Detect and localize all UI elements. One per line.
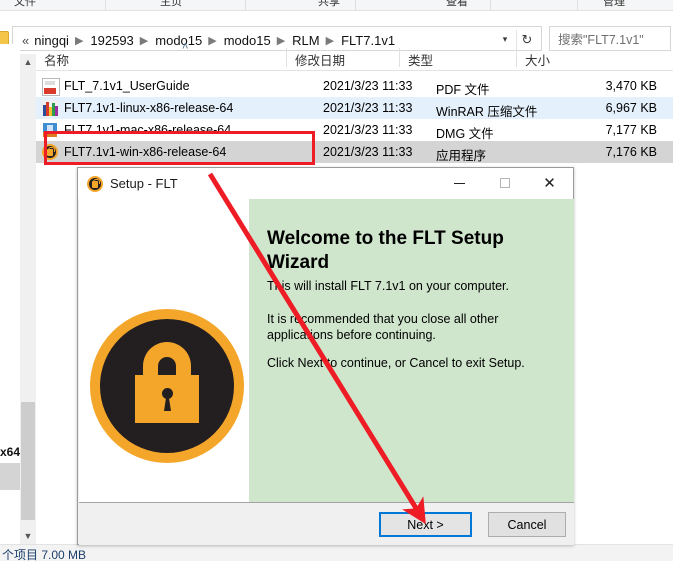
welcome-panel: Welcome to the FLT Setup Wizard This wil…: [249, 199, 574, 502]
address-bar-row: « ningqi ▶ 192593 ▶ modo15 ▶ modo15 ▶ RL…: [0, 12, 673, 51]
welcome-paragraph-2: It is recommended that you close all oth…: [267, 312, 499, 342]
column-divider[interactable]: [286, 48, 287, 67]
file-date: 2021/3/23 11:33: [323, 145, 413, 159]
file-type: PDF 文件: [436, 83, 490, 97]
cancel-button[interactable]: Cancel: [488, 512, 566, 537]
file-date: 2021/3/23 11:33: [323, 101, 413, 115]
file-name: FLT7.1v1-linux-x86-release-64: [64, 101, 234, 115]
column-header-type-label: 类型: [408, 54, 434, 68]
table-row[interactable]: FLT_7.1v1_UserGuide 2021/3/23 11:33 PDF …: [36, 75, 673, 97]
status-bar-text: 个项目 7.00 MB: [2, 548, 87, 562]
ribbon-tab-share[interactable]: 共享: [318, 0, 340, 9]
close-icon[interactable]: ✕: [527, 168, 572, 198]
winrar-archive-icon: [42, 100, 58, 116]
dialog-body: Welcome to the FLT Setup Wizard This wil…: [79, 199, 574, 502]
column-divider[interactable]: [399, 48, 400, 67]
column-header-size[interactable]: 大小: [517, 44, 673, 70]
lock-icon: [87, 176, 103, 192]
breadcrumb-overflow-icon[interactable]: «: [21, 33, 33, 48]
file-size: 3,470 KB: [605, 79, 657, 93]
column-header-date[interactable]: 修改日期: [287, 44, 400, 70]
column-divider[interactable]: [516, 48, 517, 67]
scroll-up-icon[interactable]: ▲: [20, 54, 36, 70]
setup-wizard-dialog: Setup - FLT ✕ Welcome to the FLT Setup W…: [77, 167, 574, 545]
file-type: DMG 文件: [436, 127, 494, 141]
file-type: WinRAR 压缩文件: [436, 105, 538, 119]
header-bottom-border: [36, 70, 673, 71]
sort-ascending-icon: ˄: [182, 41, 189, 53]
pdf-file-icon: [42, 78, 60, 96]
welcome-paragraph-1: This will install FLT 7.1v1 on your comp…: [267, 279, 509, 293]
column-header-size-label: 大小: [525, 54, 551, 68]
file-date: 2021/3/23 11:33: [323, 123, 413, 137]
welcome-heading: Welcome to the FLT Setup Wizard: [267, 228, 504, 273]
navigation-pane-selected-item[interactable]: [0, 463, 20, 490]
file-size: 7,177 KB: [605, 123, 657, 137]
file-size: 6,967 KB: [605, 101, 657, 115]
welcome-paragraph-3: Click Next to continue, or Cancel to exi…: [267, 356, 525, 370]
column-header-name[interactable]: 名称: [36, 44, 287, 70]
maximize-icon[interactable]: [482, 168, 527, 198]
column-header-type[interactable]: 类型: [400, 44, 517, 70]
padlock-logo: [90, 309, 244, 463]
highlight-annotation-box: [44, 131, 315, 165]
ribbon-tab-manage[interactable]: 管理: [603, 0, 625, 9]
column-header-name-label: 名称: [44, 54, 70, 68]
ribbon-bottom-border: [0, 10, 673, 11]
next-button[interactable]: Next >: [379, 512, 472, 537]
scrollbar-thumb[interactable]: [21, 402, 35, 520]
navigation-pane-label: x64: [0, 445, 21, 459]
dialog-footer: Next > Cancel: [79, 502, 574, 545]
minimize-icon[interactable]: [437, 168, 482, 198]
ribbon-tab-home[interactable]: 主页: [160, 0, 182, 9]
file-date: 2021/3/23 11:33: [323, 79, 413, 93]
file-size: 7,176 KB: [605, 145, 657, 159]
file-name: FLT_7.1v1_UserGuide: [64, 79, 190, 93]
dialog-title: Setup - FLT: [110, 176, 178, 191]
scroll-down-icon[interactable]: ▼: [20, 528, 36, 544]
table-row[interactable]: FLT7.1v1-linux-x86-release-64 2021/3/23 …: [36, 97, 673, 119]
dialog-title-bar[interactable]: Setup - FLT ✕: [78, 168, 573, 199]
ribbon-tab-view[interactable]: 查看: [446, 0, 468, 9]
file-type: 应用程序: [436, 149, 487, 163]
status-bar: 个项目 7.00 MB: [0, 544, 673, 562]
ribbon-tab-file[interactable]: 文件: [14, 0, 36, 9]
column-header-date-label: 修改日期: [295, 54, 346, 68]
